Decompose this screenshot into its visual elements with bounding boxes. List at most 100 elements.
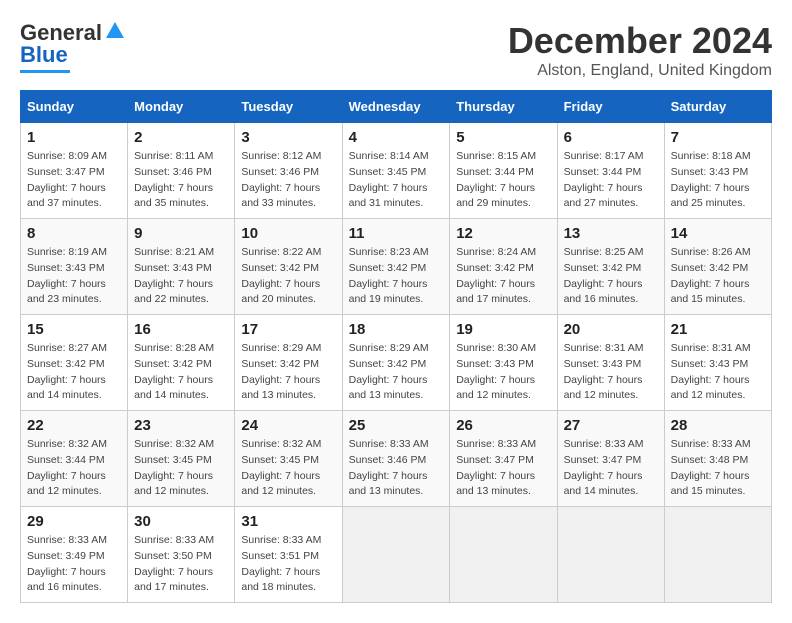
week-row-3: 15 Sunrise: 8:27 AMSunset: 3:42 PMDaylig…	[21, 315, 772, 411]
day-number: 10	[241, 225, 335, 242]
day-cell: 29 Sunrise: 8:33 AMSunset: 3:49 PMDaylig…	[21, 507, 128, 603]
day-info: Sunrise: 8:21 AMSunset: 3:43 PMDaylight:…	[134, 245, 228, 308]
day-number: 21	[671, 321, 765, 338]
day-info: Sunrise: 8:22 AMSunset: 3:42 PMDaylight:…	[241, 245, 335, 308]
title-area: December 2024 Alston, England, United Ki…	[508, 20, 772, 80]
day-cell: 16 Sunrise: 8:28 AMSunset: 3:42 PMDaylig…	[128, 315, 235, 411]
day-info: Sunrise: 8:30 AMSunset: 3:43 PMDaylight:…	[456, 341, 550, 404]
day-cell	[557, 507, 664, 603]
day-info: Sunrise: 8:32 AMSunset: 3:45 PMDaylight:…	[241, 437, 335, 500]
day-info: Sunrise: 8:11 AMSunset: 3:46 PMDaylight:…	[134, 149, 228, 212]
col-header-monday: Monday	[128, 91, 235, 123]
day-cell: 9 Sunrise: 8:21 AMSunset: 3:43 PMDayligh…	[128, 219, 235, 315]
day-info: Sunrise: 8:23 AMSunset: 3:42 PMDaylight:…	[349, 245, 444, 308]
day-info: Sunrise: 8:29 AMSunset: 3:42 PMDaylight:…	[349, 341, 444, 404]
header-row: SundayMondayTuesdayWednesdayThursdayFrid…	[21, 91, 772, 123]
day-number: 25	[349, 417, 444, 434]
calendar-table: SundayMondayTuesdayWednesdayThursdayFrid…	[20, 90, 772, 603]
day-cell: 27 Sunrise: 8:33 AMSunset: 3:47 PMDaylig…	[557, 411, 664, 507]
day-cell: 8 Sunrise: 8:19 AMSunset: 3:43 PMDayligh…	[21, 219, 128, 315]
logo: General Blue	[20, 20, 126, 73]
day-cell: 19 Sunrise: 8:30 AMSunset: 3:43 PMDaylig…	[450, 315, 557, 411]
day-info: Sunrise: 8:14 AMSunset: 3:45 PMDaylight:…	[349, 149, 444, 212]
logo-icon	[104, 20, 126, 42]
day-info: Sunrise: 8:12 AMSunset: 3:46 PMDaylight:…	[241, 149, 335, 212]
day-number: 26	[456, 417, 550, 434]
day-info: Sunrise: 8:33 AMSunset: 3:49 PMDaylight:…	[27, 533, 121, 596]
col-header-sunday: Sunday	[21, 91, 128, 123]
day-cell: 10 Sunrise: 8:22 AMSunset: 3:42 PMDaylig…	[235, 219, 342, 315]
day-cell	[450, 507, 557, 603]
week-row-5: 29 Sunrise: 8:33 AMSunset: 3:49 PMDaylig…	[21, 507, 772, 603]
day-number: 2	[134, 129, 228, 146]
day-cell: 20 Sunrise: 8:31 AMSunset: 3:43 PMDaylig…	[557, 315, 664, 411]
col-header-saturday: Saturday	[664, 91, 771, 123]
day-info: Sunrise: 8:33 AMSunset: 3:47 PMDaylight:…	[564, 437, 658, 500]
day-number: 23	[134, 417, 228, 434]
day-number: 14	[671, 225, 765, 242]
day-info: Sunrise: 8:15 AMSunset: 3:44 PMDaylight:…	[456, 149, 550, 212]
day-number: 5	[456, 129, 550, 146]
col-header-thursday: Thursday	[450, 91, 557, 123]
col-header-wednesday: Wednesday	[342, 91, 450, 123]
day-info: Sunrise: 8:33 AMSunset: 3:48 PMDaylight:…	[671, 437, 765, 500]
day-number: 29	[27, 513, 121, 530]
day-number: 27	[564, 417, 658, 434]
day-info: Sunrise: 8:33 AMSunset: 3:47 PMDaylight:…	[456, 437, 550, 500]
day-number: 24	[241, 417, 335, 434]
day-number: 20	[564, 321, 658, 338]
day-number: 19	[456, 321, 550, 338]
day-cell: 3 Sunrise: 8:12 AMSunset: 3:46 PMDayligh…	[235, 123, 342, 219]
day-info: Sunrise: 8:19 AMSunset: 3:43 PMDaylight:…	[27, 245, 121, 308]
logo-blue: Blue	[20, 42, 68, 68]
month-title: December 2024	[508, 20, 772, 62]
day-number: 16	[134, 321, 228, 338]
day-info: Sunrise: 8:29 AMSunset: 3:42 PMDaylight:…	[241, 341, 335, 404]
day-info: Sunrise: 8:27 AMSunset: 3:42 PMDaylight:…	[27, 341, 121, 404]
day-cell: 31 Sunrise: 8:33 AMSunset: 3:51 PMDaylig…	[235, 507, 342, 603]
page-header: General Blue December 2024 Alston, Engla…	[20, 20, 772, 80]
day-cell: 18 Sunrise: 8:29 AMSunset: 3:42 PMDaylig…	[342, 315, 450, 411]
day-info: Sunrise: 8:32 AMSunset: 3:45 PMDaylight:…	[134, 437, 228, 500]
day-info: Sunrise: 8:17 AMSunset: 3:44 PMDaylight:…	[564, 149, 658, 212]
day-info: Sunrise: 8:31 AMSunset: 3:43 PMDaylight:…	[671, 341, 765, 404]
week-row-1: 1 Sunrise: 8:09 AMSunset: 3:47 PMDayligh…	[21, 123, 772, 219]
day-number: 8	[27, 225, 121, 242]
day-cell: 6 Sunrise: 8:17 AMSunset: 3:44 PMDayligh…	[557, 123, 664, 219]
day-info: Sunrise: 8:33 AMSunset: 3:46 PMDaylight:…	[349, 437, 444, 500]
day-number: 6	[564, 129, 658, 146]
location: Alston, England, United Kingdom	[508, 62, 772, 80]
day-info: Sunrise: 8:33 AMSunset: 3:50 PMDaylight:…	[134, 533, 228, 596]
day-number: 17	[241, 321, 335, 338]
day-cell: 23 Sunrise: 8:32 AMSunset: 3:45 PMDaylig…	[128, 411, 235, 507]
logo-underline	[20, 70, 70, 73]
day-info: Sunrise: 8:18 AMSunset: 3:43 PMDaylight:…	[671, 149, 765, 212]
day-info: Sunrise: 8:26 AMSunset: 3:42 PMDaylight:…	[671, 245, 765, 308]
day-cell: 2 Sunrise: 8:11 AMSunset: 3:46 PMDayligh…	[128, 123, 235, 219]
day-cell: 28 Sunrise: 8:33 AMSunset: 3:48 PMDaylig…	[664, 411, 771, 507]
day-number: 9	[134, 225, 228, 242]
day-number: 18	[349, 321, 444, 338]
day-cell: 13 Sunrise: 8:25 AMSunset: 3:42 PMDaylig…	[557, 219, 664, 315]
day-cell: 11 Sunrise: 8:23 AMSunset: 3:42 PMDaylig…	[342, 219, 450, 315]
day-number: 15	[27, 321, 121, 338]
day-cell: 1 Sunrise: 8:09 AMSunset: 3:47 PMDayligh…	[21, 123, 128, 219]
day-info: Sunrise: 8:28 AMSunset: 3:42 PMDaylight:…	[134, 341, 228, 404]
day-cell: 12 Sunrise: 8:24 AMSunset: 3:42 PMDaylig…	[450, 219, 557, 315]
day-number: 13	[564, 225, 658, 242]
day-info: Sunrise: 8:24 AMSunset: 3:42 PMDaylight:…	[456, 245, 550, 308]
week-row-2: 8 Sunrise: 8:19 AMSunset: 3:43 PMDayligh…	[21, 219, 772, 315]
day-cell: 30 Sunrise: 8:33 AMSunset: 3:50 PMDaylig…	[128, 507, 235, 603]
day-info: Sunrise: 8:32 AMSunset: 3:44 PMDaylight:…	[27, 437, 121, 500]
day-cell: 5 Sunrise: 8:15 AMSunset: 3:44 PMDayligh…	[450, 123, 557, 219]
day-cell	[664, 507, 771, 603]
day-cell: 15 Sunrise: 8:27 AMSunset: 3:42 PMDaylig…	[21, 315, 128, 411]
day-number: 30	[134, 513, 228, 530]
day-cell: 17 Sunrise: 8:29 AMSunset: 3:42 PMDaylig…	[235, 315, 342, 411]
day-cell: 21 Sunrise: 8:31 AMSunset: 3:43 PMDaylig…	[664, 315, 771, 411]
day-info: Sunrise: 8:09 AMSunset: 3:47 PMDaylight:…	[27, 149, 121, 212]
col-header-friday: Friday	[557, 91, 664, 123]
day-number: 3	[241, 129, 335, 146]
day-cell	[342, 507, 450, 603]
day-info: Sunrise: 8:33 AMSunset: 3:51 PMDaylight:…	[241, 533, 335, 596]
